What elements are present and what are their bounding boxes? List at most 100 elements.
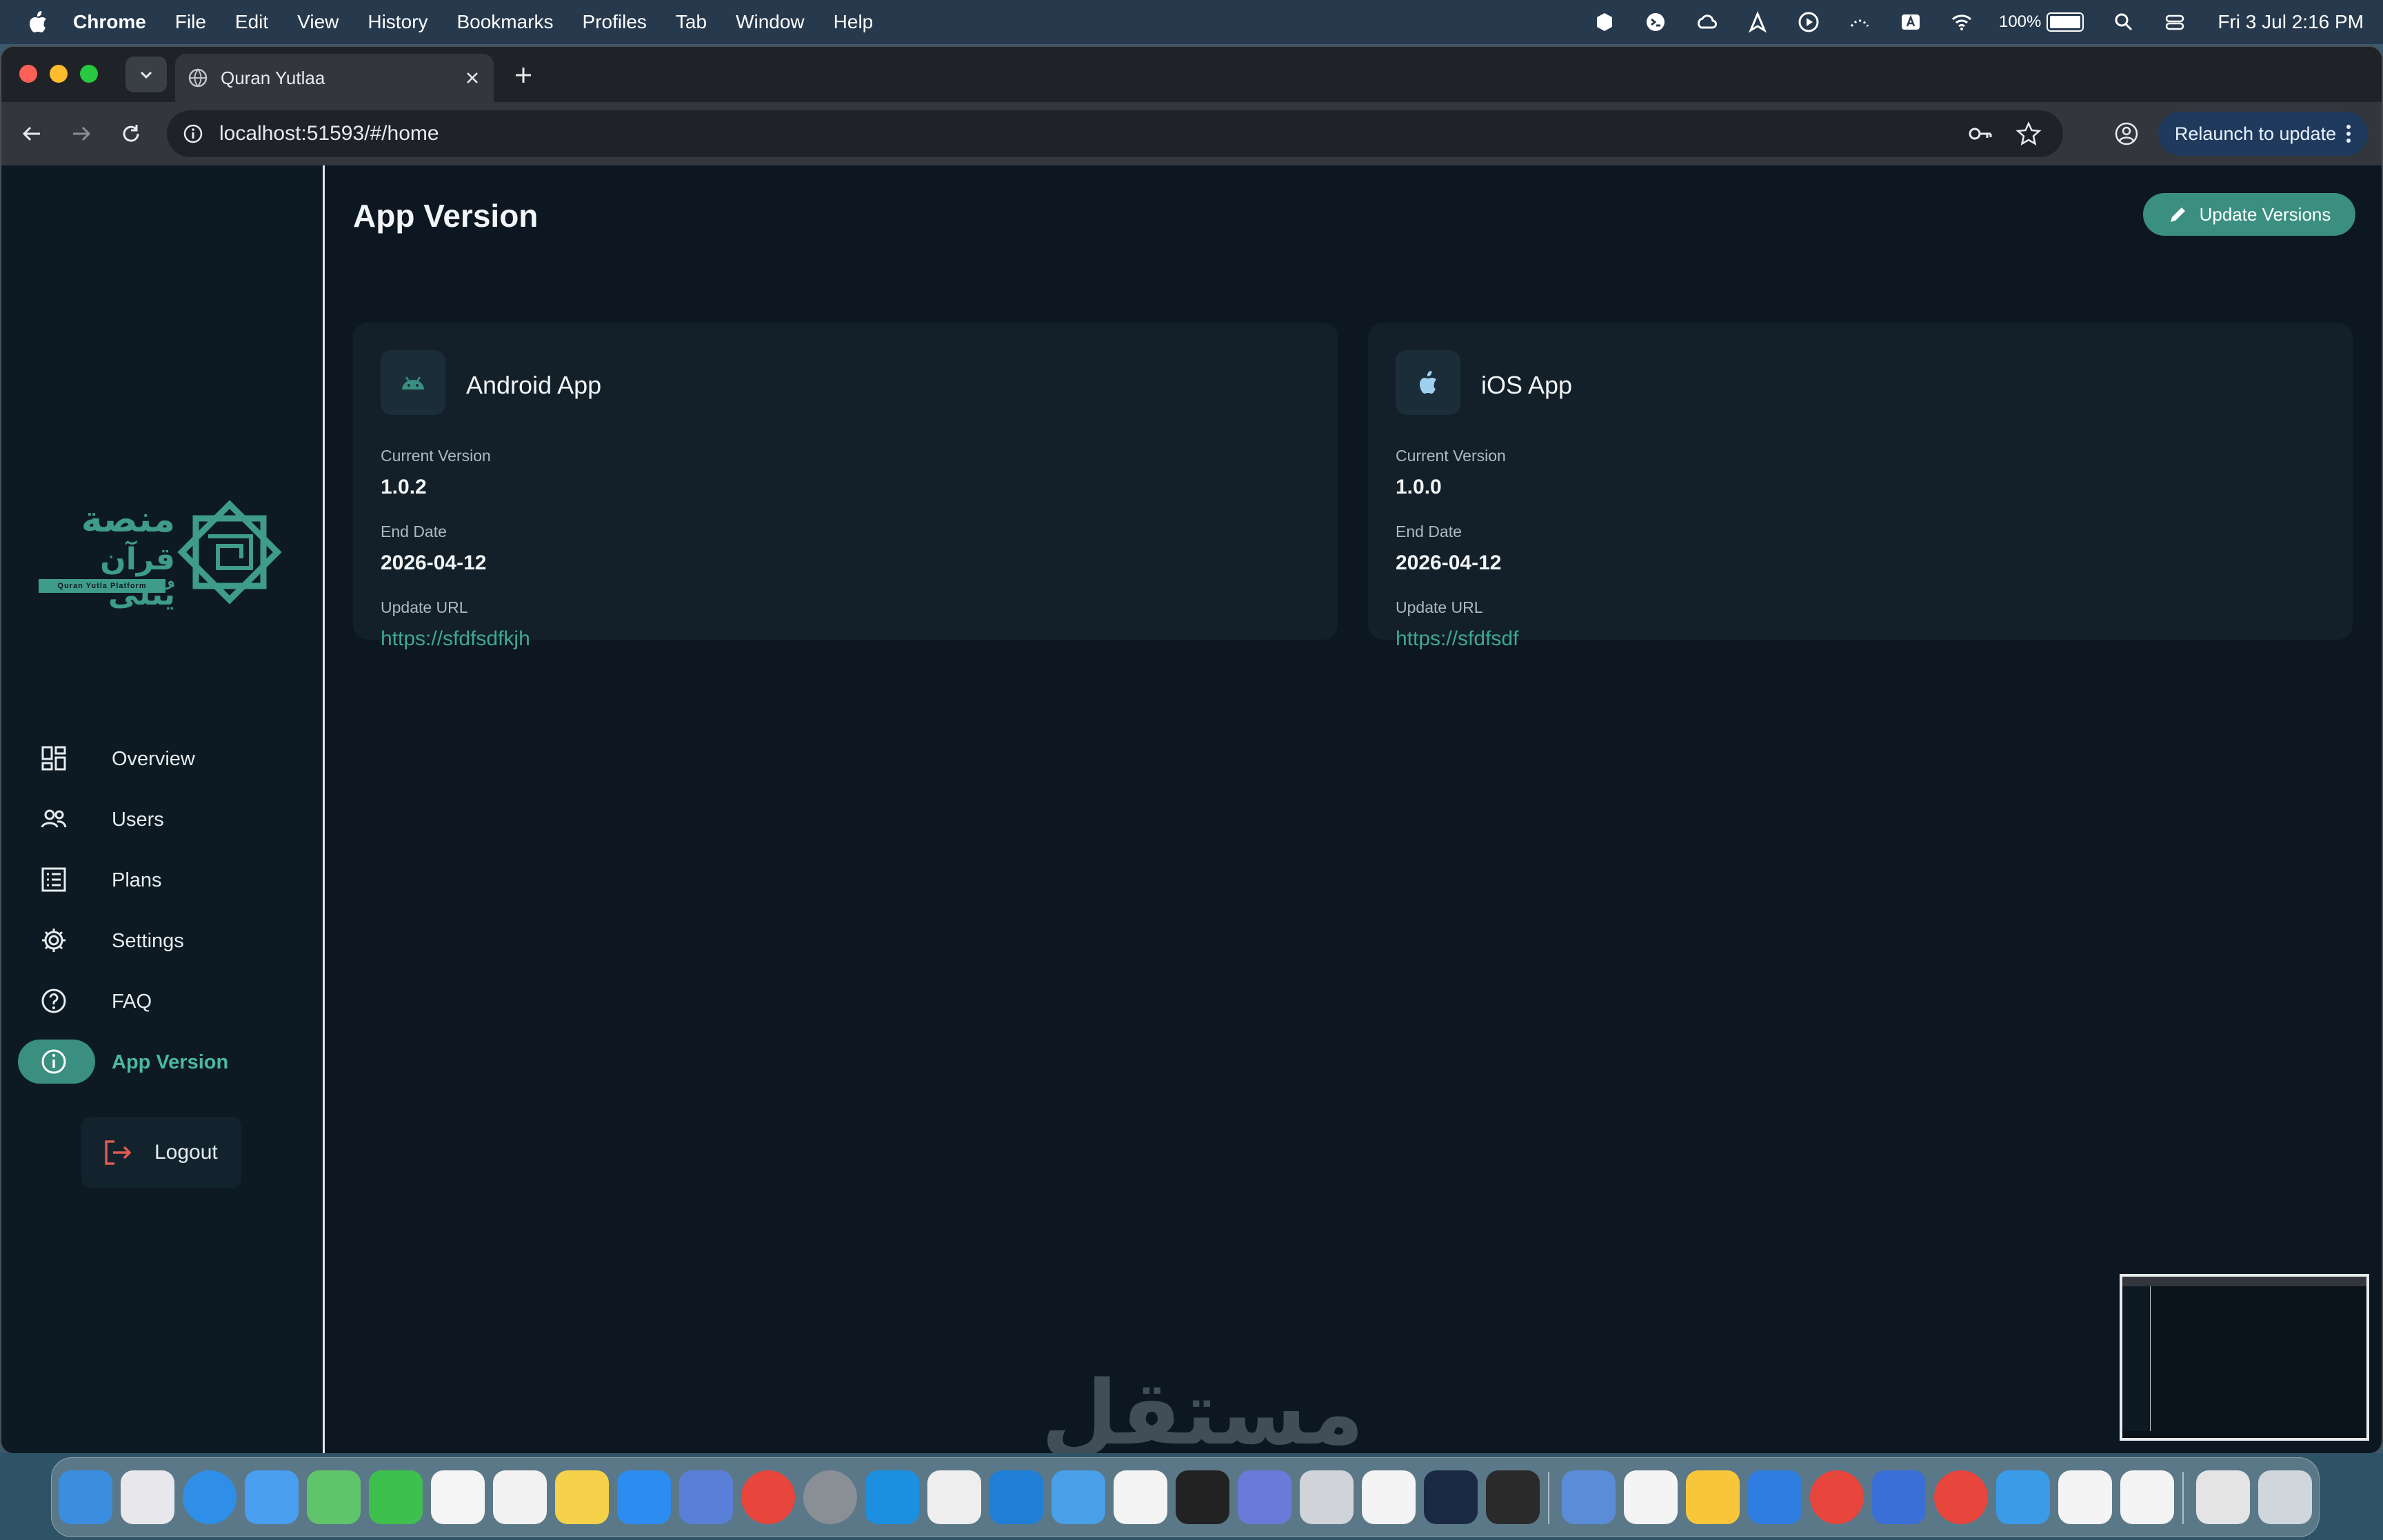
mail-icon[interactable] (245, 1470, 299, 1524)
screenshot-preview-thumbnail[interactable] (2120, 1274, 2369, 1441)
url-text[interactable]: localhost:51593/#/home (219, 122, 1967, 145)
close-tab-icon[interactable] (463, 69, 481, 87)
menu-help[interactable]: Help (834, 11, 874, 33)
photos-icon[interactable] (431, 1470, 485, 1524)
vscode-icon[interactable] (989, 1470, 1043, 1524)
tableplus-icon[interactable] (927, 1470, 981, 1524)
quicktime-icon[interactable] (1748, 1470, 1802, 1524)
window-close-button[interactable] (19, 65, 37, 83)
quran-yutla-logo[interactable]: منصة قرآن يُتلى Quran Yutla Platform (37, 495, 287, 612)
document-viewer-icon[interactable] (1300, 1470, 1354, 1524)
dots-wave-icon[interactable] (1849, 11, 1871, 33)
end-date-label: End Date (381, 523, 447, 540)
sidebar-item-users[interactable]: Users (18, 797, 306, 841)
menu-profiles[interactable]: Profiles (583, 11, 647, 33)
window-maximize-button[interactable] (80, 65, 98, 83)
docker-icon[interactable] (865, 1470, 919, 1524)
update-url-link[interactable]: https://sfdfsdf (1396, 627, 1518, 651)
postman-icon[interactable] (1562, 1470, 1616, 1524)
compass-arrow-icon[interactable] (1747, 11, 1769, 33)
profile-icon[interactable] (2113, 120, 2140, 148)
battery-indicator[interactable]: 100% (1999, 12, 2084, 32)
trash-icon[interactable] (2258, 1470, 2312, 1524)
box-icon[interactable] (1593, 11, 1616, 33)
terminal-app-icon[interactable] (1645, 11, 1667, 33)
menu-view[interactable]: View (297, 11, 339, 33)
xcode-icon[interactable] (1424, 1470, 1478, 1524)
device-mirror-icon[interactable] (2120, 1470, 2174, 1524)
play-circle-icon[interactable] (1798, 11, 1820, 33)
lightbulb-icon[interactable] (1686, 1470, 1740, 1524)
input-source-icon[interactable] (1900, 11, 1922, 33)
sidebar-item-settings[interactable]: Settings (18, 918, 306, 962)
app-store-icon[interactable] (617, 1470, 671, 1524)
chrome-canary-icon[interactable] (1934, 1470, 1988, 1524)
address-bar[interactable]: localhost:51593/#/home (167, 110, 2063, 157)
mile-app-icon[interactable] (2058, 1470, 2112, 1524)
files-icon[interactable] (1052, 1470, 1105, 1524)
simulator-icon[interactable] (679, 1470, 733, 1524)
menubar-clock[interactable]: Fri 3 Jul 2:16 PM (2218, 11, 2364, 33)
facetime-icon[interactable] (369, 1470, 423, 1524)
sidebar-item-faq[interactable]: FAQ (18, 979, 306, 1023)
window-minimize-button[interactable] (50, 65, 68, 83)
documents-stack-icon[interactable] (2196, 1470, 2250, 1524)
reload-icon[interactable] (119, 121, 143, 146)
menu-history[interactable]: History (368, 11, 428, 33)
menu-window[interactable]: Window (736, 11, 805, 33)
sidebar-item-label: Users (112, 809, 164, 831)
main-content: App Version Update Versions Android App … (325, 165, 2382, 1453)
chrome-profile-icon[interactable] (1810, 1470, 1864, 1524)
chrome-icon[interactable] (741, 1470, 795, 1524)
safari-icon[interactable] (183, 1470, 237, 1524)
launchpad-icon[interactable] (121, 1470, 174, 1524)
remote-desktop-icon[interactable] (1872, 1470, 1926, 1524)
menu-bookmarks[interactable]: Bookmarks (456, 11, 553, 33)
reminders-icon[interactable] (493, 1470, 547, 1524)
cloud-timer-icon[interactable] (1696, 11, 1718, 33)
cursor-app-icon[interactable] (1176, 1470, 1229, 1524)
word-app-icon[interactable] (1114, 1470, 1167, 1524)
thumbnail-titlebar (2122, 1277, 2366, 1286)
wifi-icon[interactable] (1951, 11, 1973, 33)
status-area: 100% Fri 3 Jul 2:16 PM (1565, 0, 2364, 44)
sidebar-item-overview[interactable]: Overview (18, 736, 306, 780)
logout-button[interactable]: Logout (81, 1117, 241, 1188)
menu-edit[interactable]: Edit (235, 11, 268, 33)
notes-icon[interactable] (555, 1470, 609, 1524)
relaunch-to-update-button[interactable]: Relaunch to update (2158, 112, 2368, 156)
sidebar-item-plans[interactable]: Plans (18, 858, 306, 902)
proxyman-icon[interactable] (1238, 1470, 1291, 1524)
apple-menu-icon[interactable] (28, 10, 48, 34)
control-center-icon[interactable] (2164, 11, 2186, 33)
tab-search-button[interactable] (125, 57, 167, 92)
browser-toolbar: localhost:51593/#/home Relaunch to updat… (1, 102, 2382, 165)
system-settings-icon[interactable] (803, 1470, 857, 1524)
android-studio-icon[interactable] (1362, 1470, 1416, 1524)
browser-tab[interactable]: Quran Yutlaa (175, 54, 494, 102)
forward-arrow-icon[interactable] (69, 121, 94, 146)
page-title: App Version (353, 198, 539, 234)
current-version-label: Current Version (1396, 447, 1506, 465)
web-page: منصة قرآن يُتلى Quran Yutla Platform Ove… (1, 165, 2382, 1453)
watermark: مستقل (1041, 1362, 1365, 1465)
bookmark-star-icon[interactable] (2015, 120, 2042, 148)
sidebar-item-app-version[interactable]: App Version (18, 1040, 306, 1084)
maps-icon[interactable] (307, 1470, 361, 1524)
logo-arabic-line2: قرآن يُتلى (100, 542, 175, 612)
site-info-icon[interactable] (182, 123, 204, 145)
update-url-link[interactable]: https://sfdfsdfkjh (381, 627, 530, 651)
finder-icon[interactable] (59, 1470, 112, 1524)
calendar-sheet-icon[interactable] (1624, 1470, 1678, 1524)
pinwheel-app-icon[interactable] (1996, 1470, 2050, 1524)
ios-app-card: iOS App Current Version 1.0.0 End Date 2… (1368, 323, 2353, 650)
menu-tab[interactable]: Tab (676, 11, 707, 33)
new-tab-icon[interactable] (512, 63, 535, 87)
spotlight-search-icon[interactable] (2113, 11, 2135, 33)
zed-editor-icon[interactable] (1486, 1470, 1540, 1524)
menu-file[interactable]: File (175, 11, 206, 33)
update-versions-button[interactable]: Update Versions (2143, 193, 2355, 236)
back-arrow-icon[interactable] (19, 121, 44, 146)
menu-app-name[interactable]: Chrome (73, 11, 146, 33)
key-icon[interactable] (1967, 120, 1994, 148)
